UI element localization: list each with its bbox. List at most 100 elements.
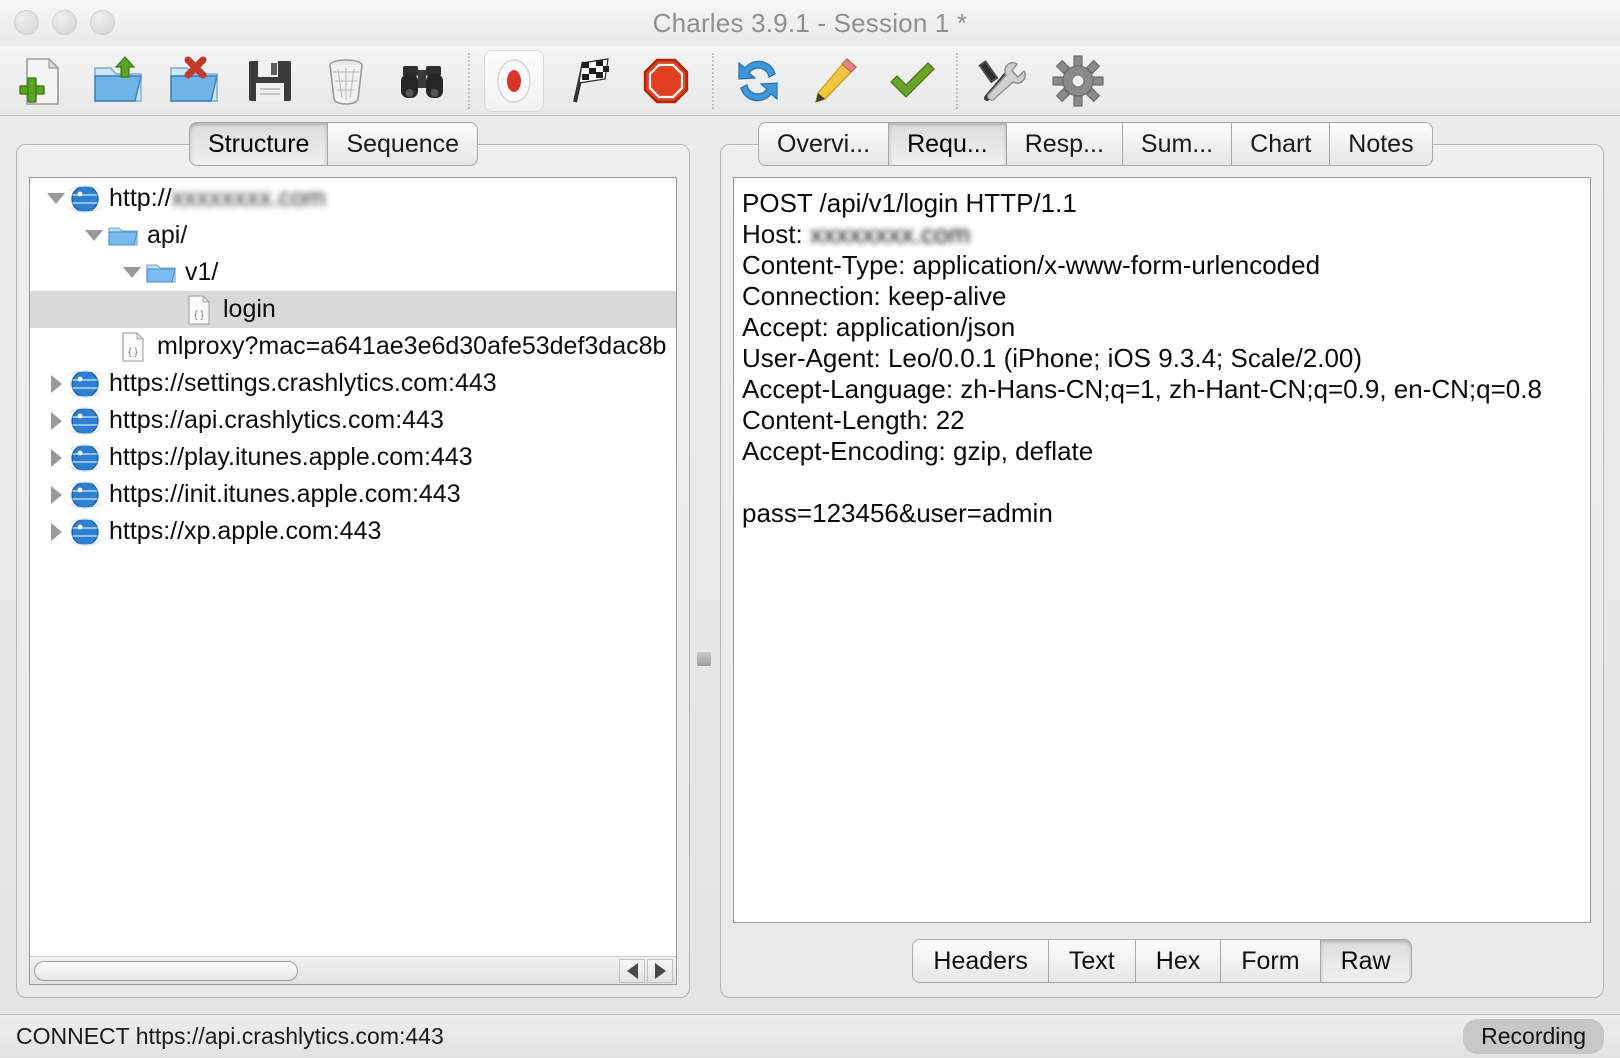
twisty-toggle[interactable]	[44, 365, 68, 402]
table-row[interactable]: v1/	[30, 254, 676, 291]
tab-chart-label: Chart	[1250, 129, 1312, 158]
tab-hex[interactable]: Hex	[1135, 939, 1222, 983]
table-row[interactable]: https://settings.crashlytics.com:443	[30, 365, 676, 402]
tab-request[interactable]: Requ...	[889, 122, 1007, 166]
table-row[interactable]: https://api.crashlytics.com:443	[30, 402, 676, 439]
chevron-down-icon	[123, 267, 141, 278]
save-floppy-icon[interactable]	[240, 50, 300, 112]
chevron-right-icon	[50, 485, 62, 504]
stop-sign-icon[interactable]	[636, 50, 696, 112]
tree-item-label: http://xxxxxxxx.com	[102, 184, 326, 213]
session-tree[interactable]: http://xxxxxxxx.com api/ v1/ {} login {…	[30, 178, 676, 956]
tree-item-host-redacted: xxxxxxxx.com	[171, 184, 326, 212]
toolbar	[0, 46, 1620, 116]
tab-form-label: Form	[1241, 946, 1300, 975]
toolbar-separator-1	[468, 52, 470, 109]
table-row[interactable]: https://init.itunes.apple.com:443	[30, 476, 676, 513]
twisty-toggle[interactable]	[82, 217, 106, 254]
table-row[interactable]: https://xp.apple.com:443	[30, 513, 676, 550]
chevron-down-icon	[85, 230, 103, 241]
tree-item-label: mlproxy?mac=a641ae3e6d30afe53def3dac8b	[157, 332, 667, 360]
tab-overview[interactable]: Overvi...	[758, 122, 890, 166]
pane-splitter-handle[interactable]	[697, 652, 711, 666]
tree-item-label: https://init.itunes.apple.com:443	[109, 480, 461, 508]
pencil-edit-icon[interactable]	[804, 50, 864, 112]
tab-sequence[interactable]: Sequence	[328, 122, 479, 166]
tab-headers-label: Headers	[933, 946, 1028, 975]
tree-item-label: api/	[147, 221, 188, 249]
tree-item-label: https://play.itunes.apple.com:443	[109, 443, 473, 471]
globe-icon	[68, 517, 102, 547]
twisty-toggle[interactable]	[120, 254, 144, 291]
globe-icon	[68, 184, 102, 214]
tab-structure[interactable]: Structure	[189, 122, 329, 166]
tree-item-label: login	[223, 295, 276, 323]
table-row[interactable]: http://xxxxxxxx.com	[30, 180, 676, 217]
twisty-toggle[interactable]	[44, 513, 68, 550]
scroll-right-button[interactable]	[647, 958, 673, 983]
new-session-icon[interactable]	[12, 50, 72, 112]
tree-horizontal-scrollbar[interactable]	[30, 956, 676, 984]
table-row[interactable]: api/	[30, 217, 676, 254]
repeat-refresh-icon[interactable]	[728, 50, 788, 112]
right-panel: Overvi... Requ... Resp... Sum... Chart N…	[720, 122, 1604, 998]
table-row[interactable]: { } login	[30, 291, 676, 328]
request-text-container[interactable]: POST /api/v1/login HTTP/1.1 Host: xxxxxx…	[733, 177, 1591, 923]
left-tab-strip[interactable]: Structure Sequence	[189, 122, 479, 166]
scrollbar-arrows[interactable]	[619, 958, 676, 983]
table-row[interactable]: { } mlproxy?mac=a641ae3e6d30afe53def3dac…	[30, 328, 676, 365]
globe-icon	[68, 406, 102, 436]
request-headers-body: Content-Type: application/x-www-form-url…	[742, 250, 1542, 528]
chevron-right-icon	[50, 374, 62, 393]
record-icon[interactable]	[484, 49, 544, 112]
twisty-toggle[interactable]	[44, 402, 68, 439]
scroll-left-button[interactable]	[619, 958, 645, 983]
scrollbar-thumb[interactable]	[34, 960, 298, 981]
trash-icon[interactable]	[316, 50, 376, 112]
tab-chart[interactable]: Chart	[1232, 122, 1331, 166]
tab-overview-label: Overvi...	[777, 129, 871, 158]
close-folder-icon[interactable]	[164, 50, 224, 112]
json-file-icon: { }	[182, 294, 216, 325]
tree-item-label: v1/	[185, 258, 219, 286]
twisty-toggle[interactable]	[44, 180, 68, 217]
tab-raw[interactable]: Raw	[1320, 939, 1412, 983]
tab-form[interactable]: Form	[1221, 939, 1321, 983]
chevron-down-icon	[47, 193, 65, 204]
window-title: Charles 3.9.1 - Session 1 *	[652, 8, 968, 38]
twisty-toggle[interactable]	[44, 439, 68, 476]
tools-icon[interactable]	[972, 50, 1032, 112]
request-view-tab-strip[interactable]: Headers Text Hex Form Raw	[721, 939, 1603, 983]
tab-sequence-label: Sequence	[346, 129, 460, 158]
table-row[interactable]: https://play.itunes.apple.com:443	[30, 439, 676, 476]
checkered-flag-icon[interactable]	[560, 50, 620, 112]
right-group-box: POST /api/v1/login HTTP/1.1 Host: xxxxxx…	[720, 144, 1604, 998]
tree-item-host-prefix: http://	[109, 184, 172, 212]
tab-notes[interactable]: Notes	[1330, 122, 1433, 166]
toolbar-separator-2	[712, 52, 714, 109]
status-bar: CONNECT https://api.crashlytics.com:443 …	[0, 1014, 1620, 1058]
open-folder-icon[interactable]	[88, 50, 148, 112]
tab-hex-label: Hex	[1155, 946, 1201, 975]
left-panel: Structure Sequence http://xxxxxxxx.com a…	[16, 122, 690, 998]
chevron-right-icon	[50, 411, 62, 430]
gear-icon[interactable]	[1048, 50, 1108, 112]
tab-headers[interactable]: Headers	[912, 939, 1049, 983]
twisty-toggle[interactable]	[44, 476, 68, 513]
folder-icon	[106, 224, 140, 248]
request-host-value-redacted: xxxxxxxx.com	[809, 219, 971, 249]
tab-response[interactable]: Resp...	[1006, 122, 1123, 166]
tab-text[interactable]: Text	[1048, 939, 1136, 983]
svg-text:{ }: { }	[128, 347, 138, 358]
left-group-box: http://xxxxxxxx.com api/ v1/ {} login {…	[16, 144, 690, 998]
globe-icon	[68, 480, 102, 510]
green-check-icon[interactable]	[880, 50, 940, 112]
arrow-right-icon	[654, 962, 666, 979]
tree-item-label: https://settings.crashlytics.com:443	[109, 369, 497, 397]
binoculars-icon[interactable]	[392, 50, 452, 112]
right-tab-strip[interactable]: Overvi... Requ... Resp... Sum... Chart N…	[758, 122, 1433, 166]
charles-main-window: Charles 3.9.1 - Session 1 * Structure Se…	[0, 0, 1620, 1058]
status-badge[interactable]: Recording	[1463, 1019, 1604, 1054]
title-bar: Charles 3.9.1 - Session 1 *	[0, 0, 1620, 46]
tab-summary[interactable]: Sum...	[1122, 122, 1233, 166]
